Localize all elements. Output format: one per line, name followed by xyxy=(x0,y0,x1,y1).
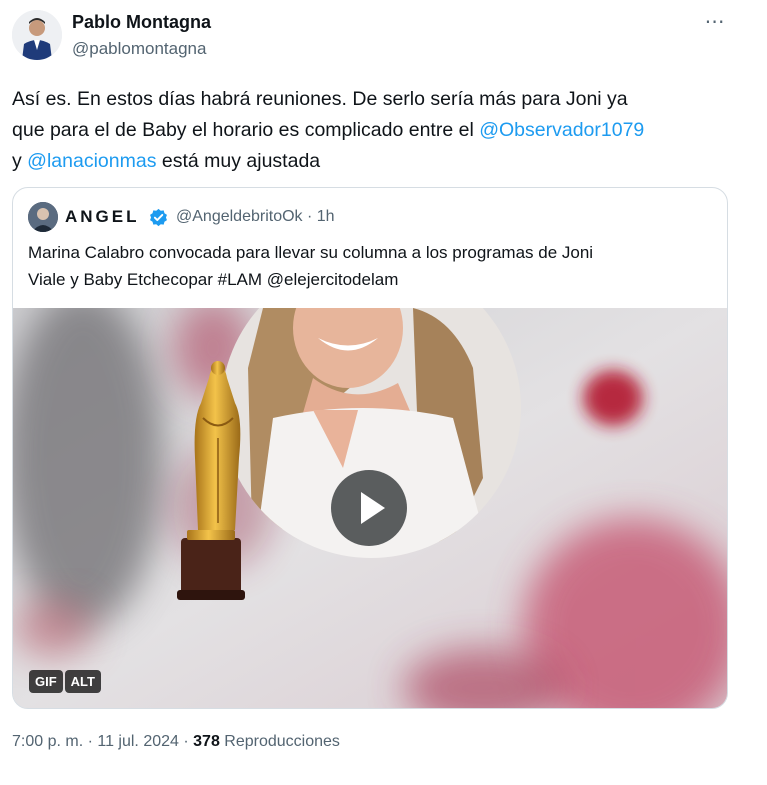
alt-text-badge[interactable]: ALT xyxy=(64,670,101,693)
mention-link[interactable]: @lanacionmas xyxy=(27,150,156,172)
tweet-text-line: y xyxy=(12,150,28,172)
tweet-metadata: 7:00 p. m. · 11 jul. 2024 · 378 Reproduc… xyxy=(12,733,340,751)
tweet-text-line: Así es. En estos días habrá reuniones. D… xyxy=(12,88,628,110)
tweet-text-line: que para el de Baby el horario es compli… xyxy=(12,119,480,141)
quoted-text-line: Marina Calabro convocada para llevar su … xyxy=(28,243,594,262)
media-badges: GIF ALT xyxy=(29,670,101,693)
quoted-author-handle[interactable]: @AngeldebritoOk · 1h xyxy=(176,208,335,226)
gif-badge: GIF xyxy=(29,670,63,693)
play-video-button[interactable] xyxy=(331,470,407,546)
author-avatar[interactable] xyxy=(12,10,62,60)
quoted-text-line: Viale y Baby Etchecopar #LAM @elejercito… xyxy=(28,270,399,289)
quoted-tweet-text: Marina Calabro convocada para llevar su … xyxy=(28,239,718,293)
tweet-text-line: está muy ajustada xyxy=(156,150,321,172)
video-media[interactable]: GIF ALT xyxy=(13,308,727,708)
tweet-text: Así es. En estos días habrá reuniones. D… xyxy=(12,84,752,177)
more-options-icon[interactable]: ⋯ xyxy=(700,6,730,36)
quoted-tweet-header: ANGEL @AngeldebritoOk · 1h xyxy=(28,202,718,232)
verified-badge-icon xyxy=(150,208,167,227)
mention-link[interactable]: @Observador1079 xyxy=(479,119,644,141)
view-count: 378 xyxy=(193,733,220,750)
author-handle[interactable]: @pablomontagna xyxy=(72,39,206,59)
tweet: Pablo Montagna @pablomontagna ⋯ Así es. … xyxy=(0,0,767,785)
tweet-timestamp[interactable]: 7:00 p. m. · 11 jul. 2024 · xyxy=(12,733,193,750)
quoted-author-avatar[interactable] xyxy=(28,202,58,232)
quoted-tweet-card[interactable]: ANGEL @AngeldebritoOk · 1h Marina Calabr… xyxy=(12,187,728,709)
quoted-author-name[interactable]: ANGEL xyxy=(65,207,140,227)
author-name[interactable]: Pablo Montagna xyxy=(72,12,211,33)
view-count-label: Reproducciones xyxy=(219,733,340,750)
